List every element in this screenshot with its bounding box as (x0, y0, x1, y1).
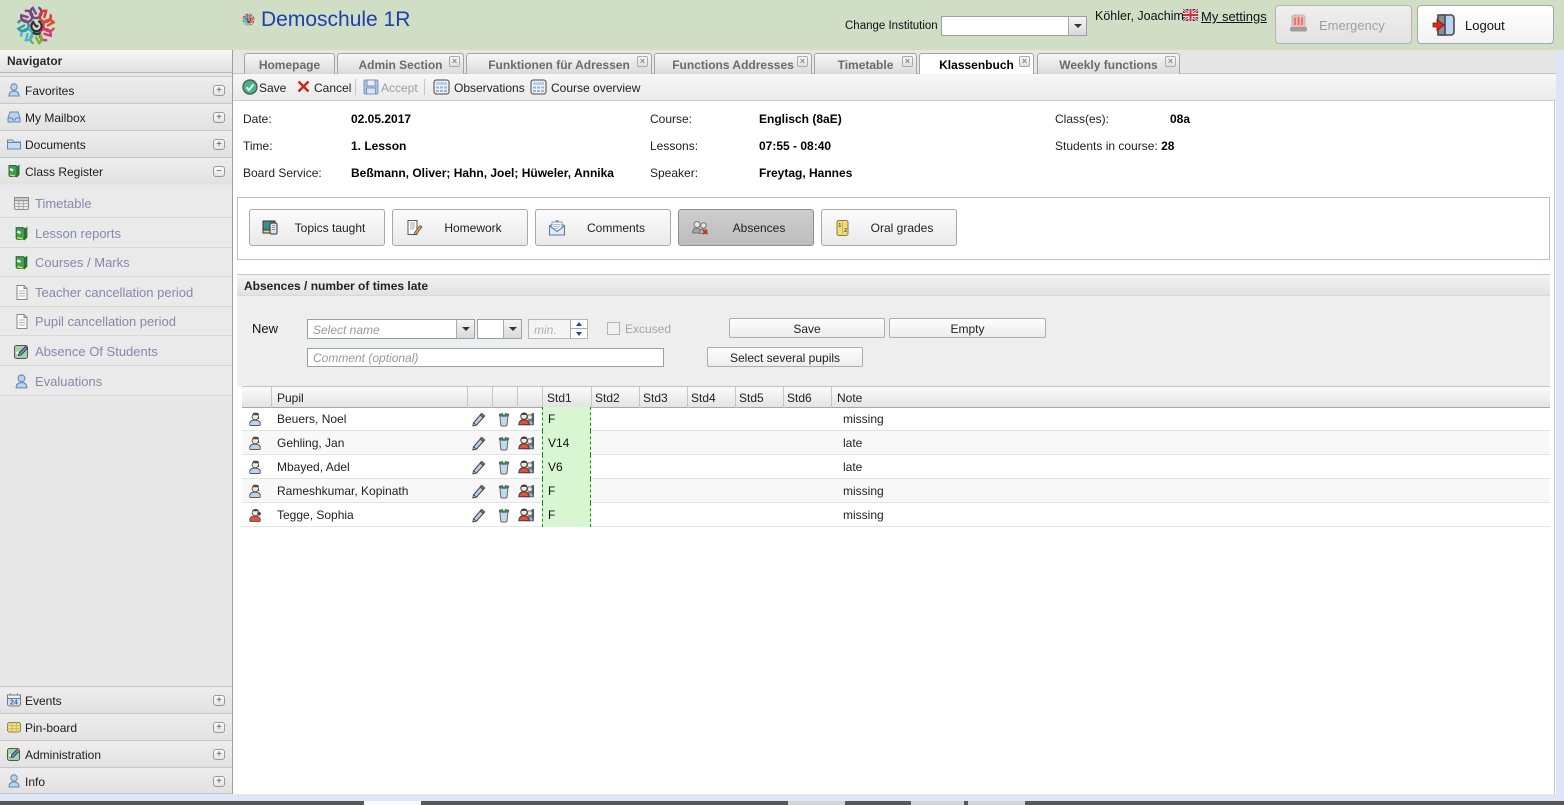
svg-text:2: 2 (844, 228, 847, 234)
svg-text:24: 24 (10, 700, 18, 707)
svg-text:1: 1 (838, 223, 841, 229)
